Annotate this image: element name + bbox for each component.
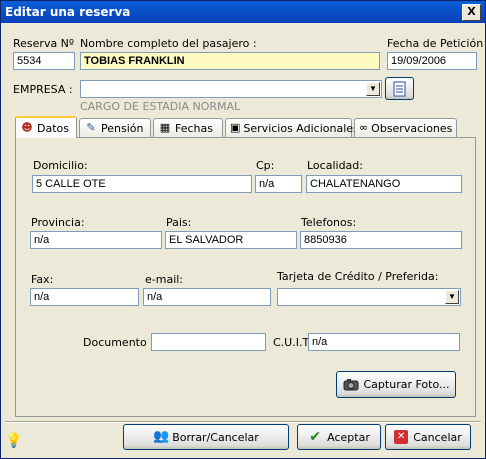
datos-panel: Domicilio: 5 CALLE OTE Cp: n/a Localidad… (15, 137, 476, 417)
localidad-label: Localidad: (307, 159, 363, 172)
document-icon (393, 81, 405, 96)
lightbulb-icon: 💡 (5, 433, 23, 449)
documento-field[interactable] (151, 333, 266, 351)
email-label: e-mail: (145, 273, 184, 286)
nombre-label: Nombre completo del pasajero : (80, 37, 257, 50)
reserva-field[interactable]: 5534 (13, 52, 75, 70)
window-title: Editar una reserva (5, 5, 131, 19)
pais-field[interactable]: EL SALVADOR (165, 231, 297, 249)
tab-fechas[interactable]: ▦ Fechas (153, 118, 223, 137)
aceptar-button[interactable]: ✔ Aceptar (297, 424, 381, 450)
close-button[interactable]: X (462, 4, 481, 21)
localidad-field[interactable]: CHALATENANGO (306, 175, 462, 193)
provincia-label: Provincia: (31, 216, 85, 229)
camera-icon (343, 378, 358, 390)
empresa-combo[interactable]: ▼ (80, 80, 382, 98)
fecha-label: Fecha de Petición : (387, 37, 486, 50)
cancel-icon: ✕ (394, 430, 409, 444)
services-icon: ▣ (230, 121, 241, 134)
documento-label: Documento : (83, 336, 154, 349)
tab-pension[interactable]: ✎ Pensión (79, 118, 151, 137)
empresa-label: EMPRESA : (13, 83, 73, 96)
check-icon: ✔ (309, 429, 321, 445)
provincia-field[interactable]: n/a (30, 231, 162, 249)
cp-field[interactable]: n/a (255, 175, 302, 193)
borrar-cancelar-button[interactable]: 👥 Borrar/Cancelar (123, 424, 289, 450)
fecha-field[interactable]: 19/09/2006 (387, 52, 477, 70)
cp-label: Cp: (256, 159, 275, 172)
email-field[interactable]: n/a (143, 288, 271, 306)
chevron-down-icon[interactable]: ▼ (445, 290, 459, 304)
nombre-field[interactable]: TOBIAS FRANKLIN (80, 52, 380, 70)
title-bar[interactable]: Editar una reserva X (1, 1, 485, 23)
cuit-label: C.U.I.T. (273, 336, 312, 349)
domicilio-field[interactable]: 5 CALLE OTE (32, 175, 252, 193)
tab-observaciones[interactable]: ∞ Observaciones (354, 118, 457, 137)
fax-label: Fax: (31, 273, 54, 286)
empresa-browse-button[interactable] (385, 77, 414, 100)
tab-datos[interactable]: ☻ Datos (15, 116, 77, 138)
pen-icon: ✎ (86, 121, 96, 134)
telefonos-label: Telefonos: (301, 216, 357, 229)
glasses-icon: ∞ (359, 121, 369, 134)
users-icon: 👥 (153, 429, 170, 444)
person-icon: ☻ (21, 121, 33, 134)
dialog-window: Editar una reserva X Reserva Nº 5534 Nom… (0, 0, 486, 459)
tarjeta-combo[interactable]: ▼ (277, 288, 461, 306)
cargo-text: CARGO DE ESTADIA NORMAL (80, 100, 241, 113)
chevron-down-icon[interactable]: ▼ (366, 82, 380, 96)
capturar-foto-button[interactable]: Capturar Foto... (336, 371, 456, 398)
footer-separator (5, 421, 481, 423)
tab-servicios[interactable]: ▣ Servicios Adicionales (225, 118, 359, 137)
fax-field[interactable]: n/a (30, 288, 139, 306)
tarjeta-label: Tarjeta de Crédito / Preferida: (277, 270, 439, 283)
telefonos-field[interactable]: 8850936 (300, 231, 462, 249)
calendar-icon: ▦ (159, 121, 171, 134)
domicilio-label: Domicilio: (33, 159, 88, 172)
reserva-label: Reserva Nº (13, 37, 75, 50)
cuit-field[interactable]: n/a (308, 333, 460, 351)
cancelar-button[interactable]: ✕ Cancelar (385, 424, 471, 450)
pais-label: Pais: (166, 216, 192, 229)
